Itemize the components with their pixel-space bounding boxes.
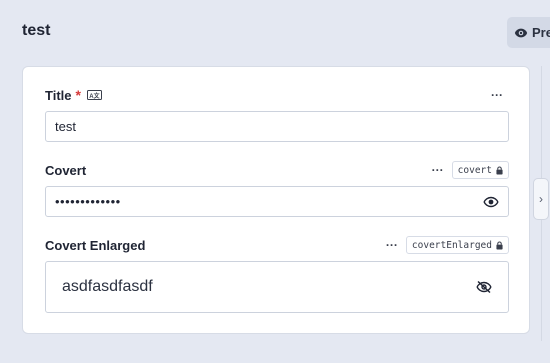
covert-more-button[interactable]: ··· xyxy=(432,164,444,176)
eye-icon xyxy=(514,28,528,37)
covert-key-badge: covert xyxy=(451,161,509,179)
covert-enlarged-label: Covert Enlarged xyxy=(45,237,146,253)
expand-panel-button[interactable]: › xyxy=(533,178,549,220)
title-input[interactable]: test xyxy=(45,111,509,142)
preview-label: Pre xyxy=(532,25,550,40)
title-input-value: test xyxy=(55,119,76,134)
covert-enlarged-more-button[interactable]: ··· xyxy=(386,239,398,251)
covert-field: Covert ··· covert ••••••••••••• xyxy=(45,160,509,217)
required-marker: * xyxy=(75,87,81,103)
page-title: test xyxy=(22,22,51,39)
covert-label: Covert xyxy=(45,162,87,178)
covert-enlarged-value: asdfasdfasdf xyxy=(62,278,153,295)
lock-icon xyxy=(496,166,503,174)
covert-enlarged-field: Covert Enlarged ··· covertEnlarged asdfa… xyxy=(45,235,509,313)
covert-masked-value: ••••••••••••• xyxy=(55,194,121,209)
title-field: Title * A文 ··· test xyxy=(45,85,509,142)
preview-button[interactable]: Pre xyxy=(507,17,550,48)
title-more-button[interactable]: ··· xyxy=(491,89,503,101)
form-card: Title * A文 ··· test Covert ··· covert ••… xyxy=(22,66,530,334)
title-label: Title xyxy=(45,87,72,103)
eye-off-icon[interactable] xyxy=(476,279,492,295)
covert-enlarged-key-badge: covertEnlarged xyxy=(405,236,509,254)
covert-enlarged-input[interactable]: asdfasdfasdf xyxy=(45,261,509,313)
covert-key: covert xyxy=(457,164,492,176)
covert-password-input[interactable]: ••••••••••••• xyxy=(45,186,509,217)
covert-enlarged-key: covertEnlarged xyxy=(411,239,492,251)
translate-icon: A文 xyxy=(86,90,102,100)
chevron-right-icon: › xyxy=(539,192,543,206)
lock-icon xyxy=(496,241,503,249)
eye-icon[interactable] xyxy=(483,194,499,210)
